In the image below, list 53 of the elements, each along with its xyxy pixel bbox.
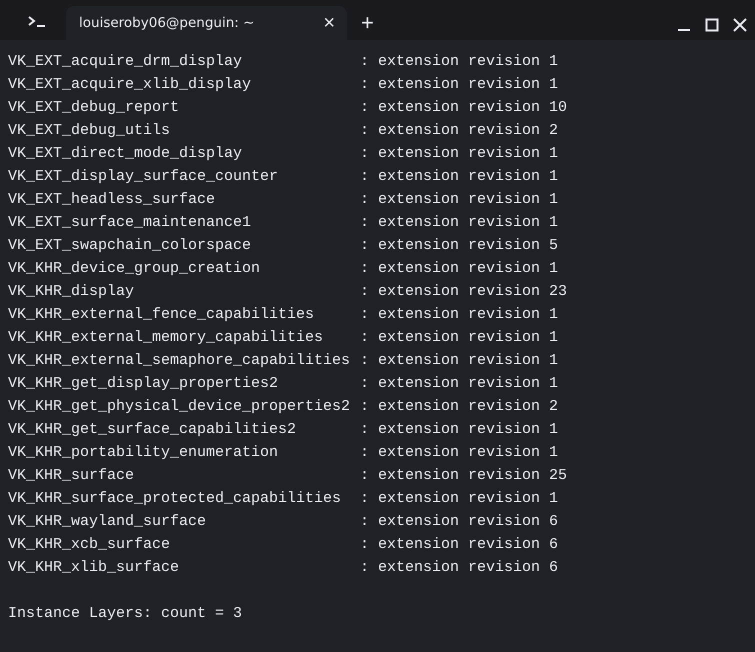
extension-revision: : extension revision 1 bbox=[360, 52, 558, 72]
extension-name: VK_KHR_external_memory_capabilities bbox=[8, 328, 324, 348]
new-tab-button[interactable]: + bbox=[361, 12, 374, 34]
extension-name: VK_EXT_headless_surface bbox=[8, 190, 216, 210]
extension-revision: : extension revision 1 bbox=[360, 443, 558, 463]
extension-revision: : extension revision 10 bbox=[360, 98, 568, 118]
extension-revision: : extension revision 6 bbox=[360, 558, 558, 578]
extension-name: VK_KHR_surface_protected_capabilities bbox=[8, 489, 342, 509]
extension-name: VK_KHR_get_surface_capabilities2 bbox=[8, 420, 298, 440]
extension-revision: : extension revision 1 bbox=[360, 167, 558, 187]
extension-revision: : extension revision 1 bbox=[360, 144, 558, 164]
maximize-icon[interactable] bbox=[705, 18, 719, 32]
extension-name: VK_KHR_xlib_surface bbox=[8, 558, 180, 578]
extension-name: VK_KHR_surface bbox=[8, 466, 136, 486]
extension-name: VK_KHR_external_semaphore_capabilities bbox=[8, 351, 352, 371]
extension-name: VK_EXT_surface_maintenance1 bbox=[8, 213, 252, 233]
extension-name: VK_KHR_get_physical_device_properties2 bbox=[8, 397, 352, 417]
extension-name: VK_EXT_acquire_xlib_display bbox=[8, 75, 252, 95]
extension-name: VK_KHR_wayland_surface bbox=[8, 512, 208, 532]
extension-revision: : extension revision 25 bbox=[360, 466, 568, 486]
extension-name: VK_EXT_acquire_drm_display bbox=[8, 52, 244, 72]
extension-name: VK_KHR_display bbox=[8, 282, 136, 302]
extension-name: VK_EXT_swapchain_colorspace bbox=[8, 236, 252, 256]
close-icon[interactable] bbox=[733, 18, 747, 32]
extension-revision: : extension revision 1 bbox=[360, 489, 558, 509]
extension-name: VK_KHR_portability_enumeration bbox=[8, 443, 280, 463]
tab-title: louiseroby06@penguin: ~ bbox=[79, 15, 256, 31]
instance-layers-count: Instance Layers: count = 3 bbox=[8, 605, 242, 622]
extension-revision: : extension revision 1 bbox=[360, 328, 558, 348]
extension-name: VK_EXT_debug_report bbox=[8, 98, 180, 118]
extension-revision: : extension revision 1 bbox=[360, 305, 558, 325]
extension-name: VK_EXT_direct_mode_display bbox=[8, 144, 244, 164]
extension-revision: : extension revision 5 bbox=[360, 236, 558, 256]
extension-name: VK_KHR_external_fence_capabilities bbox=[8, 305, 316, 325]
extension-revision: : extension revision 1 bbox=[360, 259, 558, 279]
extension-revision: : extension revision 1 bbox=[360, 190, 558, 210]
extension-name: VK_EXT_debug_utils bbox=[8, 121, 172, 141]
extension-revision: : extension revision 23 bbox=[360, 282, 568, 302]
extension-name: VK_EXT_display_surface_counter bbox=[8, 167, 280, 187]
extension-revision: : extension revision 1 bbox=[360, 213, 558, 233]
extension-name: VK_KHR_xcb_surface bbox=[8, 535, 172, 555]
extension-revision: : extension revision 2 bbox=[360, 121, 558, 141]
tab-close-button[interactable]: × bbox=[323, 13, 335, 33]
extension-revision: : extension revision 1 bbox=[360, 351, 558, 371]
extension-revision: : extension revision 1 bbox=[360, 374, 558, 394]
extension-revision: : extension revision 1 bbox=[360, 420, 558, 440]
extension-name: VK_KHR_device_group_creation bbox=[8, 259, 262, 279]
extension-revision: : extension revision 1 bbox=[360, 75, 558, 95]
extension-revision: : extension revision 2 bbox=[360, 397, 558, 417]
extension-revision: : extension revision 6 bbox=[360, 512, 558, 532]
extension-revision: : extension revision 6 bbox=[360, 535, 558, 555]
terminal-tab[interactable]: louiseroby06@penguin: ~ × bbox=[66, 6, 347, 40]
extension-name: VK_KHR_get_display_properties2 bbox=[8, 374, 280, 394]
